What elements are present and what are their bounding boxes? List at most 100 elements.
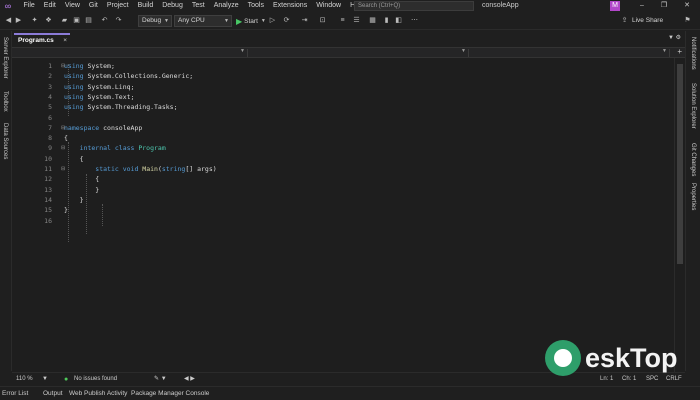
menu-item-debug[interactable]: Debug — [158, 0, 188, 12]
hot-reload-icon[interactable]: ⟳ — [282, 16, 291, 26]
configuration-select[interactable]: Debug ▼ — [138, 15, 172, 27]
chevron-down-icon[interactable]: ▼ — [42, 373, 48, 386]
platform-select[interactable]: Any CPU ▼ — [174, 15, 232, 27]
type-combo[interactable]: ▼ — [249, 48, 469, 57]
step-icon[interactable]: ⇥ — [300, 16, 309, 26]
code-token: consoleApp — [99, 123, 143, 132]
tab-list-dropdown-icon[interactable]: ▼ ⚙ — [668, 34, 681, 41]
new-item-icon[interactable]: ✦ — [30, 16, 39, 26]
toolbar: ◀ ▶ ✦ ❖ ▰ ▣ ▤ ↶ ↷ Debug ▼ Any CPU ▼ ▶ St… — [0, 13, 700, 30]
issues-status[interactable]: No issues found — [74, 373, 117, 386]
format-icon[interactable]: ≡ — [338, 16, 347, 26]
git-changes-tab[interactable]: Git Changes — [690, 143, 696, 176]
member-combo[interactable]: ▼ — [470, 48, 670, 57]
split-window-icon[interactable]: + — [677, 47, 682, 56]
menu-item-test[interactable]: Test — [187, 0, 209, 12]
visual-studio-logo-icon: ∞ — [4, 1, 12, 11]
breakpoint-icon[interactable]: ⊡ — [318, 16, 327, 26]
collapse-icon[interactable]: ⊟ — [61, 63, 65, 69]
collapse-icon[interactable]: ⊟ — [61, 145, 65, 151]
code-line[interactable]: } — [64, 186, 99, 194]
save-icon[interactable]: ▣ — [72, 16, 81, 26]
code-line[interactable]: { — [64, 175, 99, 183]
line-number: 1 — [48, 62, 52, 70]
window-title: consoleApp — [482, 2, 519, 9]
toolbox-tab[interactable]: Toolbox — [2, 91, 8, 112]
new-project-icon[interactable]: ❖ — [44, 16, 53, 26]
options-icon[interactable]: ⋯ — [410, 16, 419, 26]
solution-explorer-tab[interactable]: Solution Explorer — [690, 83, 696, 129]
code-token: namespace — [64, 123, 100, 132]
properties-tab[interactable]: Properties — [690, 183, 696, 210]
live-share-button[interactable]: Live Share — [632, 16, 663, 26]
uncomment-icon[interactable]: ▦ — [368, 16, 377, 26]
server-explorer-tab[interactable]: Server Explorer — [2, 37, 8, 79]
restore-button[interactable]: ❐ — [654, 0, 674, 12]
bookmark-list-icon[interactable]: ◧ — [394, 16, 403, 26]
account-avatar[interactable]: M — [610, 1, 620, 11]
chevron-down-icon: ▼ — [164, 18, 169, 24]
line-number: 12 — [44, 175, 52, 184]
collapse-icon[interactable]: ⊟ — [61, 166, 65, 172]
brush-icon[interactable]: ✎ ▼ — [154, 373, 167, 386]
menu-item-git[interactable]: Git — [84, 0, 102, 12]
menu-item-extensions[interactable]: Extensions — [268, 0, 311, 12]
menu-item-project[interactable]: Project — [102, 0, 133, 12]
code-editor[interactable]: 1 using System; 2 using System.Collections.… — [12, 58, 674, 372]
tab-web-publish-activity[interactable]: Web Publish Activity — [69, 387, 127, 400]
tab-package-manager-console[interactable]: Package Manager Console — [131, 387, 209, 400]
code-line[interactable]: using System.Text; — [64, 93, 134, 101]
forward-arrow-icon[interactable]: ▶ — [14, 16, 23, 26]
comment-icon[interactable]: ☰ — [352, 16, 361, 26]
line-number: 4 — [48, 92, 52, 101]
code-line[interactable]: using System.Collections.Generic; — [64, 72, 193, 80]
collapse-icon[interactable]: ⊟ — [61, 125, 65, 131]
code-line[interactable]: { — [64, 134, 68, 142]
code-line[interactable]: using System.Linq; — [64, 83, 134, 91]
menu-item-view[interactable]: View — [60, 0, 84, 12]
tab-output[interactable]: Output — [43, 387, 63, 400]
code-token: { — [64, 134, 68, 143]
code-line[interactable]: using System; — [64, 62, 115, 70]
open-folder-icon[interactable]: ▰ — [60, 16, 69, 26]
minimize-button[interactable]: – — [632, 0, 652, 12]
tab-error-list[interactable]: Error List — [2, 387, 28, 400]
redo-icon[interactable]: ↷ — [114, 16, 123, 26]
project-combo[interactable]: ▼ — [12, 48, 248, 57]
live-share-icon: ⇪ — [621, 17, 628, 24]
code-line[interactable]: } — [64, 196, 84, 204]
code-line[interactable]: using System.Threading.Tasks; — [64, 103, 178, 111]
bookmark-icon[interactable]: ▮ — [382, 16, 391, 26]
code-token: { — [64, 154, 84, 163]
menu-item-build[interactable]: Build — [133, 0, 158, 12]
back-arrow-icon[interactable]: ◀ — [4, 16, 13, 26]
code-line[interactable]: namespace consoleApp — [64, 124, 142, 132]
menu-item-file[interactable]: File — [19, 0, 39, 12]
menu-item-analyze[interactable]: Analyze — [209, 0, 243, 12]
line-number: 9 — [48, 144, 52, 153]
line-number: 14 — [44, 195, 52, 204]
save-all-icon[interactable]: ▤ — [84, 16, 93, 26]
search-input[interactable]: Search (Ctrl+Q) — [354, 1, 474, 11]
zoom-level[interactable]: 110 % — [16, 373, 33, 386]
feedback-icon[interactable]: ⚑ — [683, 16, 692, 26]
code-line[interactable]: static void Main(string[] args) — [64, 165, 216, 173]
code-token: Main — [142, 165, 158, 173]
menu-item-tools[interactable]: Tools — [243, 0, 268, 12]
start-button[interactable]: ▶ Start ▼ — [236, 15, 266, 27]
code-line[interactable]: internal class Program — [64, 144, 166, 152]
notifications-tab[interactable]: Notifications — [690, 37, 696, 70]
code-line[interactable]: } — [64, 206, 68, 214]
code-line[interactable]: { — [64, 155, 84, 163]
navigate-back-icon[interactable]: ◀ ▶ — [184, 373, 195, 386]
menu-item-edit[interactable]: Edit — [39, 0, 60, 12]
vertical-scrollbar[interactable] — [674, 58, 685, 372]
close-window-button[interactable]: ✕ — [677, 0, 697, 12]
menu-item-window[interactable]: Window — [312, 0, 346, 12]
tab-program-cs[interactable]: Program.cs × — [14, 33, 70, 46]
data-sources-tab[interactable]: Data Sources — [2, 123, 8, 159]
undo-icon[interactable]: ↶ — [100, 16, 109, 26]
close-tab-icon[interactable]: × — [63, 35, 67, 46]
start-without-debugging-icon[interactable]: ▷ — [268, 16, 277, 26]
scrollbar-thumb[interactable] — [677, 64, 683, 264]
